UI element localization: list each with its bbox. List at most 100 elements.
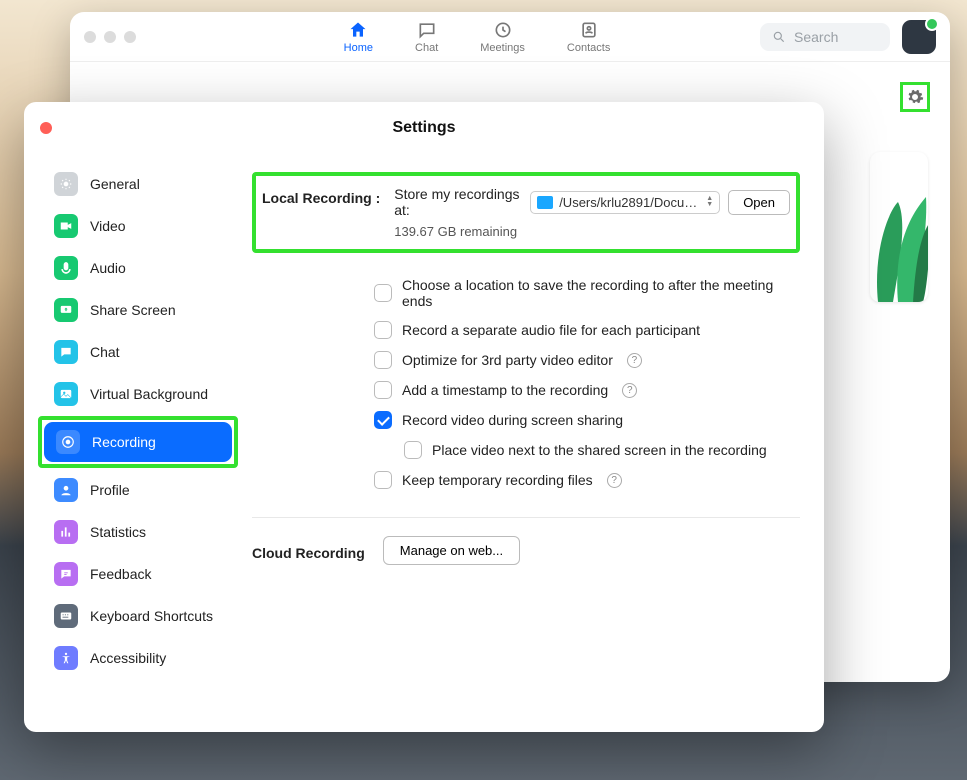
chevron-updown-icon: ▲▼ [706, 196, 713, 208]
help-icon[interactable]: ? [607, 473, 622, 488]
manage-on-web-button[interactable]: Manage on web... [383, 536, 520, 565]
sidebar-item-video[interactable]: Video [42, 206, 234, 246]
virtual-bg-icon [54, 382, 78, 406]
sidebar-item-statistics[interactable]: Statistics [42, 512, 234, 552]
local-recording-label: Local Recording : [262, 186, 380, 206]
contacts-icon [579, 20, 599, 40]
sidebar-item-recording[interactable]: Recording [44, 422, 232, 462]
nav-chat[interactable]: Chat [415, 20, 438, 54]
sidebar-item-label: Statistics [90, 524, 146, 540]
recording-option: Choose a location to save the recording … [252, 271, 800, 315]
checkbox[interactable] [374, 351, 392, 369]
recording-option: Add a timestamp to the recording? [252, 375, 800, 405]
checkbox[interactable] [404, 441, 422, 459]
nav-chat-label: Chat [415, 42, 438, 54]
help-icon[interactable]: ? [622, 383, 637, 398]
search-placeholder: Search [794, 29, 838, 45]
checkbox[interactable] [374, 284, 392, 302]
option-label: Add a timestamp to the recording [402, 382, 608, 398]
checkbox[interactable] [374, 471, 392, 489]
clock-icon [493, 20, 513, 40]
option-label: Record a separate audio file for each pa… [402, 322, 700, 338]
checkbox[interactable] [374, 381, 392, 399]
profile-icon [54, 478, 78, 502]
option-label: Record video during screen sharing [402, 412, 623, 428]
sidebar-item-audio[interactable]: Audio [42, 248, 234, 288]
feedback-icon [54, 562, 78, 586]
sidebar-item-label: General [90, 176, 140, 192]
folder-icon [537, 196, 553, 209]
settings-content: Local Recording : Store my recordings at… [244, 154, 824, 732]
settings-sidebar: General Video Audio Share Screen Chat Virtual… [24, 154, 244, 732]
audio-icon [54, 256, 78, 280]
recording-icon [56, 430, 80, 454]
open-folder-button[interactable]: Open [728, 190, 790, 215]
nav-meetings-label: Meetings [480, 42, 525, 54]
main-titlebar: Home Chat Meetings Contacts Search [70, 12, 950, 62]
shortcuts-icon [54, 604, 78, 628]
settings-gear-highlight [900, 82, 930, 112]
sidebar-recording-highlight: Recording [38, 416, 238, 468]
settings-window: Settings General Video Audio Share Screen Ch… [24, 102, 824, 732]
nav-home[interactable]: Home [344, 20, 373, 54]
sidebar-item-label: Profile [90, 482, 130, 498]
nav-home-label: Home [344, 42, 373, 54]
sidebar-item-share-screen[interactable]: Share Screen [42, 290, 234, 330]
recording-path: /Users/krlu2891/Docum… [559, 195, 700, 210]
sidebar-item-label: Video [90, 218, 126, 234]
help-icon[interactable]: ? [627, 353, 642, 368]
sidebar-item-label: Audio [90, 260, 126, 276]
option-label: Choose a location to save the recording … [402, 277, 800, 309]
sidebar-item-label: Accessibility [90, 650, 166, 666]
nav-contacts-label: Contacts [567, 42, 610, 54]
accessibility-icon [54, 646, 78, 670]
video-icon [54, 214, 78, 238]
close-button[interactable] [40, 122, 52, 134]
option-label: Place video next to the shared screen in… [432, 442, 767, 458]
general-icon [54, 172, 78, 196]
sidebar-item-label: Virtual Background [90, 386, 208, 402]
nav-meetings[interactable]: Meetings [480, 20, 525, 54]
sidebar-item-label: Share Screen [90, 302, 176, 318]
main-nav: Home Chat Meetings Contacts [194, 20, 760, 54]
sidebar-item-profile[interactable]: Profile [42, 470, 234, 510]
avatar[interactable] [902, 20, 936, 54]
settings-titlebar: Settings [24, 102, 824, 154]
home-icon [348, 20, 368, 40]
settings-title: Settings [24, 119, 824, 137]
option-label: Optimize for 3rd party video editor [402, 352, 613, 368]
local-recording-highlight: Local Recording : Store my recordings at… [252, 172, 800, 253]
checkbox[interactable] [374, 411, 392, 429]
recording-option: Record a separate audio file for each pa… [252, 315, 800, 345]
sidebar-item-chat[interactable]: Chat [42, 332, 234, 372]
chat-icon [417, 20, 437, 40]
sidebar-item-general[interactable]: General [42, 164, 234, 204]
chat-icon [54, 340, 78, 364]
sidebar-item-label: Recording [92, 434, 156, 450]
sidebar-item-feedback[interactable]: Feedback [42, 554, 234, 594]
divider [252, 517, 800, 518]
recording-option: Record video during screen sharing [252, 405, 800, 435]
sidebar-item-label: Feedback [90, 566, 151, 582]
share-screen-icon [54, 298, 78, 322]
recording-option: Optimize for 3rd party video editor? [252, 345, 800, 375]
recording-option: Keep temporary recording files? [252, 465, 800, 495]
nav-contacts[interactable]: Contacts [567, 20, 610, 54]
sidebar-item-accessibility[interactable]: Accessibility [42, 638, 234, 678]
traffic-lights[interactable] [84, 31, 194, 43]
sidebar-item-label: Keyboard Shortcuts [90, 608, 213, 624]
checkbox[interactable] [374, 321, 392, 339]
sidebar-item-virtual-bg[interactable]: Virtual Background [42, 374, 234, 414]
store-label: Store my recordings at: [394, 186, 522, 218]
plant-illustration [870, 152, 928, 302]
recording-options: Choose a location to save the recording … [252, 271, 800, 495]
cloud-recording-label: Cloud Recording [252, 541, 365, 561]
sidebar-item-label: Chat [90, 344, 120, 360]
option-label: Keep temporary recording files [402, 472, 593, 488]
recording-path-selector[interactable]: /Users/krlu2891/Docum… ▲▼ [530, 191, 720, 214]
search-input[interactable]: Search [760, 23, 890, 51]
gear-icon[interactable] [906, 88, 924, 106]
disk-remaining-label: 139.67 GB remaining [394, 224, 790, 239]
statistics-icon [54, 520, 78, 544]
sidebar-item-shortcuts[interactable]: Keyboard Shortcuts [42, 596, 234, 636]
